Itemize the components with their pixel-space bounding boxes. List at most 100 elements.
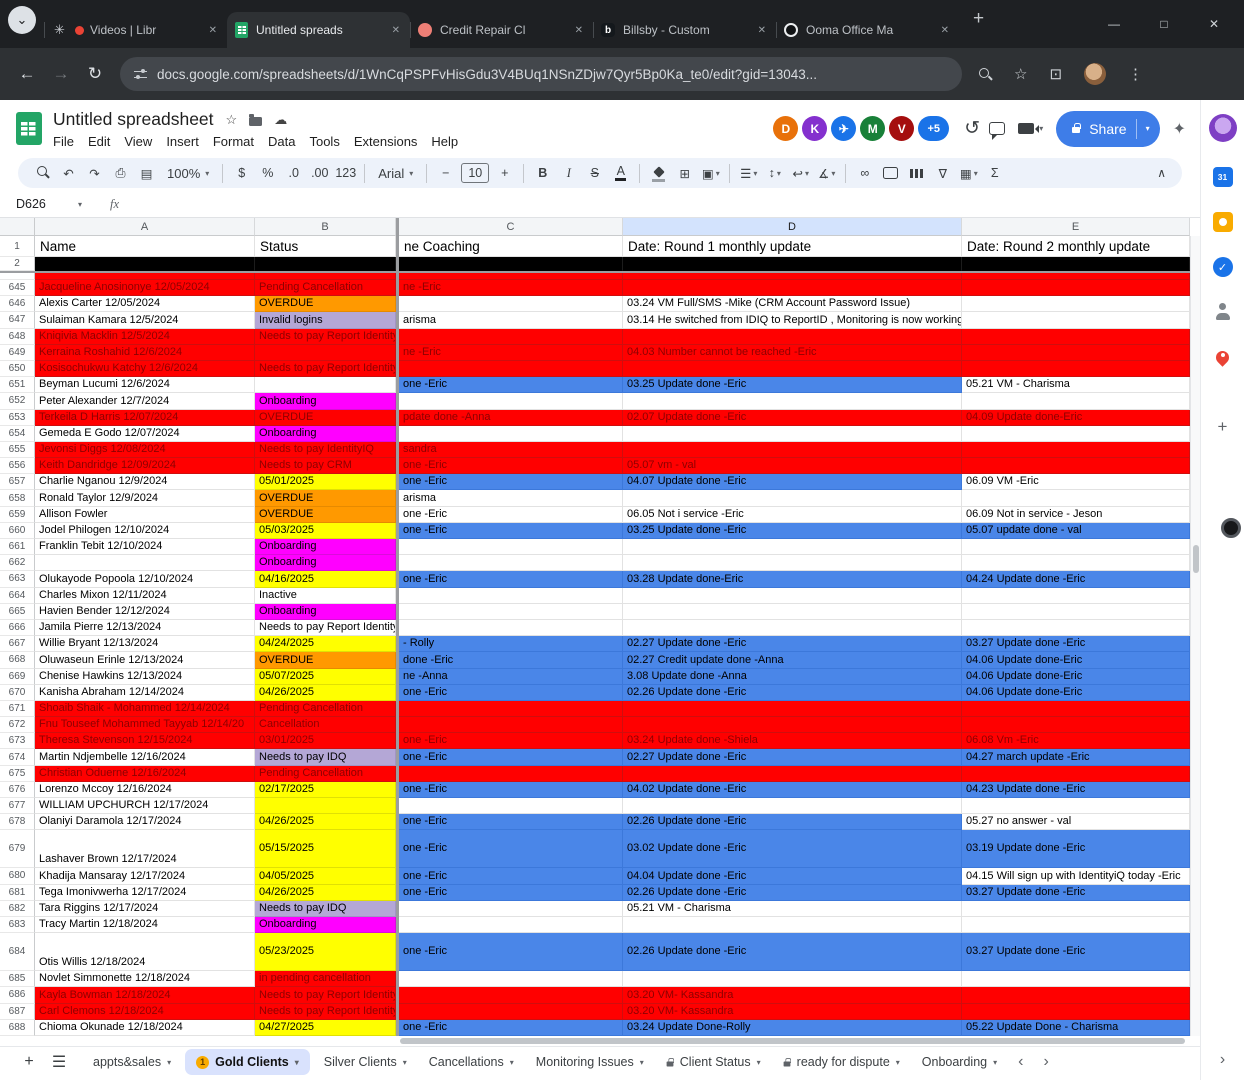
- grid-cell[interactable]: Onboarding: [255, 539, 396, 556]
- grid-cell[interactable]: 04.09 Update done-Eric: [962, 409, 1190, 426]
- row-number[interactable]: 678: [0, 814, 35, 831]
- grid-cell[interactable]: 05.21 VM - Charisma: [623, 900, 962, 917]
- grid-cell[interactable]: [962, 490, 1190, 507]
- grid-cell[interactable]: Date: Round 2 monthly update: [962, 236, 1190, 257]
- side-panel-icon[interactable]: ⊡: [1049, 65, 1062, 83]
- grid-cell[interactable]: one -Eric: [399, 474, 623, 491]
- strikethrough-icon[interactable]: S: [582, 161, 607, 185]
- column-header-D[interactable]: D: [623, 218, 962, 236]
- grid-cell[interactable]: one -Eric: [399, 868, 623, 885]
- row-number[interactable]: 676: [0, 781, 35, 798]
- menu-file[interactable]: File: [46, 133, 81, 150]
- grid-cell[interactable]: Jodel Philogen 12/10/2024: [35, 522, 255, 539]
- grid-cell[interactable]: Fnu Touseef Mohammed Tayyab 12/14/20: [35, 717, 255, 734]
- row-number[interactable]: 645: [0, 280, 35, 297]
- grid-cell[interactable]: [962, 393, 1190, 410]
- grid-cell[interactable]: Chenise Hawkins 12/13/2024: [35, 668, 255, 685]
- insert-comment-icon[interactable]: [878, 161, 903, 185]
- row-number[interactable]: 675: [0, 765, 35, 782]
- grid-cell[interactable]: 03.20 VM- Kassandra: [623, 1003, 962, 1020]
- row-number[interactable]: 683: [0, 916, 35, 934]
- sheet-tab[interactable]: Client Status ▾: [655, 1046, 772, 1078]
- grid-cell[interactable]: [962, 603, 1190, 620]
- browser-menu-icon[interactable]: ⋮: [1128, 65, 1143, 83]
- grid-cell[interactable]: Needs to pay Report Identity: [255, 1003, 396, 1020]
- address-bar[interactable]: docs.google.com/spreadsheets/d/1WnCqPSPF…: [120, 57, 962, 91]
- tab-search-button[interactable]: ⌄: [8, 6, 36, 34]
- grid-cell[interactable]: Peter Alexander 12/7/2024: [35, 393, 255, 410]
- grid-cell[interactable]: Inactive: [255, 587, 396, 604]
- collaborator-avatar[interactable]: D: [773, 116, 799, 141]
- grid-cell[interactable]: one -Eric: [399, 933, 623, 972]
- collapse-toolbar-icon[interactable]: ∧: [1157, 166, 1170, 180]
- text-rotation-icon[interactable]: ∡ ▾: [814, 161, 839, 185]
- grid-cell[interactable]: 03.24 Update done -Shiela: [623, 733, 962, 750]
- borders-icon[interactable]: ⊞: [672, 161, 697, 185]
- grid-cell[interactable]: 04.02 Update done -Eric: [623, 781, 962, 798]
- grid-cell[interactable]: 05/23/2025: [255, 933, 396, 972]
- grid-cell[interactable]: [255, 257, 396, 271]
- grid-cell[interactable]: 06.09 Not in service - Jeson: [962, 506, 1190, 523]
- column-header-A[interactable]: A: [35, 218, 255, 236]
- tab-close-icon[interactable]: ✕: [207, 23, 219, 38]
- grid-cell[interactable]: one -Eric: [399, 749, 623, 766]
- grid-cell[interactable]: [962, 280, 1190, 297]
- row-number[interactable]: 665: [0, 603, 35, 620]
- redo-icon[interactable]: ↷: [82, 161, 107, 185]
- grid-cell[interactable]: [399, 296, 623, 313]
- row-number[interactable]: 649: [0, 344, 35, 361]
- row-number[interactable]: 659: [0, 506, 35, 523]
- grid-cell[interactable]: [962, 765, 1190, 782]
- grid-cell[interactable]: Keith Dandridge 12/09/2024: [35, 458, 255, 475]
- grid-cell[interactable]: done -Eric: [399, 652, 623, 669]
- grid-cell[interactable]: Carl Clemons 12/18/2024: [35, 1003, 255, 1020]
- paint-format-icon[interactable]: ▤: [134, 161, 159, 185]
- grid-cell[interactable]: [399, 900, 623, 917]
- row-number[interactable]: 677: [0, 798, 35, 815]
- gemini-sparkle-icon[interactable]: ✦: [1173, 119, 1186, 139]
- toolbar-font-size[interactable]: 10: [461, 163, 490, 183]
- row-number[interactable]: 1: [0, 236, 35, 257]
- grid-cell[interactable]: [962, 458, 1190, 475]
- grid-cell[interactable]: 03.02 Update done -Eric: [623, 830, 962, 869]
- grid-cell[interactable]: [623, 555, 962, 572]
- grid-cell[interactable]: [962, 312, 1190, 329]
- grid-cell[interactable]: Onboarding: [255, 916, 396, 934]
- grid-cell[interactable]: [623, 700, 962, 718]
- grid-cell[interactable]: [399, 539, 623, 556]
- format-number-icon[interactable]: 123: [333, 161, 358, 185]
- grid-cell[interactable]: [399, 393, 623, 410]
- tab-close-icon[interactable]: ✕: [390, 23, 402, 38]
- grid-cell[interactable]: [255, 273, 396, 280]
- grid-cell[interactable]: sandra: [399, 441, 623, 459]
- grid-cell[interactable]: one -Eric: [399, 1019, 623, 1036]
- grid-cell[interactable]: [399, 1003, 623, 1020]
- move-folder-icon[interactable]: [249, 114, 263, 126]
- grid-cell[interactable]: arisma: [399, 490, 623, 507]
- italic-icon[interactable]: I: [556, 161, 581, 185]
- share-button[interactable]: Share ▾: [1056, 110, 1160, 147]
- row-number[interactable]: 648: [0, 328, 35, 345]
- collaborator-avatar[interactable]: +5: [918, 116, 950, 141]
- grid-cell[interactable]: one -Eric: [399, 377, 623, 394]
- grid-cell[interactable]: 3.08 Update done -Anna: [623, 668, 962, 685]
- grid-cell[interactable]: Khadija Mansaray 12/17/2024: [35, 868, 255, 885]
- grid-cell[interactable]: [255, 344, 396, 361]
- grid-cell[interactable]: Tega Imonivwerha 12/17/2024: [35, 884, 255, 901]
- new-tab-button[interactable]: +: [967, 8, 990, 30]
- forward-button[interactable]: →: [44, 57, 78, 91]
- grid-cell[interactable]: Date: Round 1 monthly update: [623, 236, 962, 257]
- grid-cell[interactable]: [623, 441, 962, 459]
- grid-cell[interactable]: [623, 717, 962, 734]
- tasks-icon[interactable]: ✓: [1212, 257, 1233, 277]
- grid-cell[interactable]: Jevonsi Diggs 12/08/2024: [35, 441, 255, 459]
- grid-cell[interactable]: OVERDUE: [255, 490, 396, 507]
- grid-cell[interactable]: 05.27 no answer - val: [962, 814, 1190, 831]
- grid-cell[interactable]: Jacqueline Anosinonye 12/05/2024: [35, 280, 255, 297]
- grid-cell[interactable]: Gemeda E Godo 12/07/2024: [35, 425, 255, 442]
- row-number[interactable]: [0, 273, 35, 280]
- grid-cell[interactable]: [962, 700, 1190, 718]
- grid-cell[interactable]: ne Coaching: [399, 236, 623, 257]
- grid-cell[interactable]: [623, 425, 962, 442]
- name-box[interactable]: D626 ▾: [0, 197, 92, 211]
